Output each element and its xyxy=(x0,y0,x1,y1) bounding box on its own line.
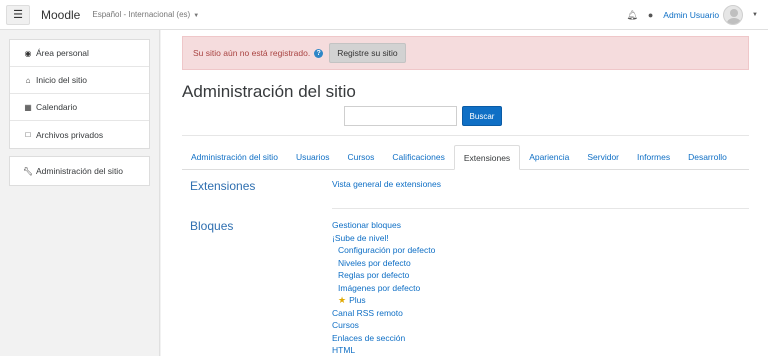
language-selector[interactable]: Español - Internacional (es) ▼ xyxy=(92,10,199,19)
nav-drawer: ◉ Área personal ⌂ Inicio del sitio ▦ Cal… xyxy=(0,30,160,356)
tab-informes[interactable]: Informes xyxy=(628,145,679,169)
register-site-button[interactable]: Registre su sitio xyxy=(329,43,406,63)
help-icon[interactable]: ? xyxy=(314,48,324,58)
link-sube-de-nivel[interactable]: ¡Sube de nivel! xyxy=(332,232,435,245)
link-gestionar-bloques[interactable]: Gestionar bloques xyxy=(332,219,435,232)
nav-item-inicio[interactable]: ⌂ Inicio del sitio xyxy=(10,67,149,94)
admin-tabs: Administración del sitio Usuarios Cursos… xyxy=(182,145,749,170)
chat-icon[interactable]: ● xyxy=(648,10,653,20)
link-configuracion-defecto[interactable]: Configuración por defecto xyxy=(332,244,435,257)
user-menu-name[interactable]: Admin Usuario xyxy=(663,10,719,20)
tab-usuarios[interactable]: Usuarios xyxy=(287,145,339,169)
link-reglas-defecto[interactable]: Reglas por defecto xyxy=(332,269,435,282)
site-brand[interactable]: Moodle xyxy=(41,8,80,22)
top-navbar: ☰ Moodle Español - Internacional (es) ▼ 🔔… xyxy=(0,0,768,30)
link-canal-rss[interactable]: Canal RSS remoto xyxy=(332,307,435,320)
avatar[interactable] xyxy=(723,5,744,25)
nav-item-label: Calendario xyxy=(36,102,78,112)
tab-administracion[interactable]: Administración del sitio xyxy=(182,145,287,169)
main-content: Su sitio aún no está registrado. ? Regis… xyxy=(161,30,768,356)
user-menu-chevron-down-icon[interactable]: ▼ xyxy=(752,12,758,18)
section-divider xyxy=(332,208,749,209)
file-icon: □ xyxy=(25,130,31,139)
registration-alert: Su sitio aún no está registrado. ? Regis… xyxy=(182,36,749,70)
alert-text: Su sitio aún no está registrado. xyxy=(193,48,311,58)
link-plus-label: Plus xyxy=(349,295,366,305)
nav-item-calendario[interactable]: ▦ Calendario xyxy=(10,94,149,121)
nav-block-admin: 🔧︎ Administración del sitio xyxy=(9,156,150,186)
calendar-icon: ▦ xyxy=(24,102,32,112)
home-icon: ⌂ xyxy=(25,75,31,85)
bell-icon[interactable]: 🔔︎ xyxy=(626,10,637,21)
tab-calificaciones[interactable]: Calificaciones xyxy=(383,145,453,169)
link-enlaces-seccion[interactable]: Enlaces de sección xyxy=(332,332,435,345)
divider xyxy=(182,135,749,136)
link-cursos[interactable]: Cursos xyxy=(332,319,435,332)
section-title-bloques: Bloques xyxy=(190,219,234,233)
nav-block-main: ◉ Área personal ⌂ Inicio del sitio ▦ Cal… xyxy=(9,39,150,149)
chevron-down-icon: ▼ xyxy=(193,13,200,19)
user-area: 🔔︎ ● Admin Usuario ▼ xyxy=(626,0,758,30)
section-title-extensiones: Extensiones xyxy=(190,179,256,193)
wrench-icon: 🔧︎ xyxy=(22,166,34,176)
admin-search: Buscar xyxy=(344,106,502,126)
tab-desarrollo[interactable]: Desarrollo xyxy=(679,145,736,169)
nav-item-label: Área personal xyxy=(36,48,89,58)
language-label: Español - Internacional (es) xyxy=(92,10,191,19)
nav-item-label: Inicio del sitio xyxy=(36,75,88,85)
nav-item-area-personal[interactable]: ◉ Área personal xyxy=(10,40,149,67)
dashboard-icon: ◉ xyxy=(24,48,32,58)
link-vista-general[interactable]: Vista general de extensiones xyxy=(332,178,441,191)
nav-item-archivos[interactable]: □ Archivos privados xyxy=(10,121,149,148)
search-input[interactable] xyxy=(344,106,457,126)
star-icon: ★ xyxy=(338,295,347,305)
hamburger-icon[interactable]: ☰ xyxy=(6,4,30,25)
tab-cursos[interactable]: Cursos xyxy=(338,145,383,169)
link-niveles-defecto[interactable]: Niveles por defecto xyxy=(332,257,435,270)
link-plus[interactable]: ★ Plus xyxy=(332,294,435,307)
link-html[interactable]: HTML xyxy=(332,344,435,356)
nav-item-label: Archivos privados xyxy=(36,129,104,140)
bloques-links: Gestionar bloques ¡Sube de nivel! Config… xyxy=(332,219,435,356)
nav-item-label: Administración del sitio xyxy=(36,166,123,176)
tab-servidor[interactable]: Servidor xyxy=(578,145,628,169)
extensiones-links: Vista general de extensiones xyxy=(332,178,441,191)
page-title: Administración del sitio xyxy=(182,82,356,101)
link-imagenes-defecto[interactable]: Imágenes por defecto xyxy=(332,282,435,295)
tab-extensiones[interactable]: Extensiones xyxy=(453,145,521,170)
search-button[interactable]: Buscar xyxy=(462,106,502,126)
nav-item-admin[interactable]: 🔧︎ Administración del sitio xyxy=(10,157,149,185)
tab-apariencia[interactable]: Apariencia xyxy=(520,145,578,169)
